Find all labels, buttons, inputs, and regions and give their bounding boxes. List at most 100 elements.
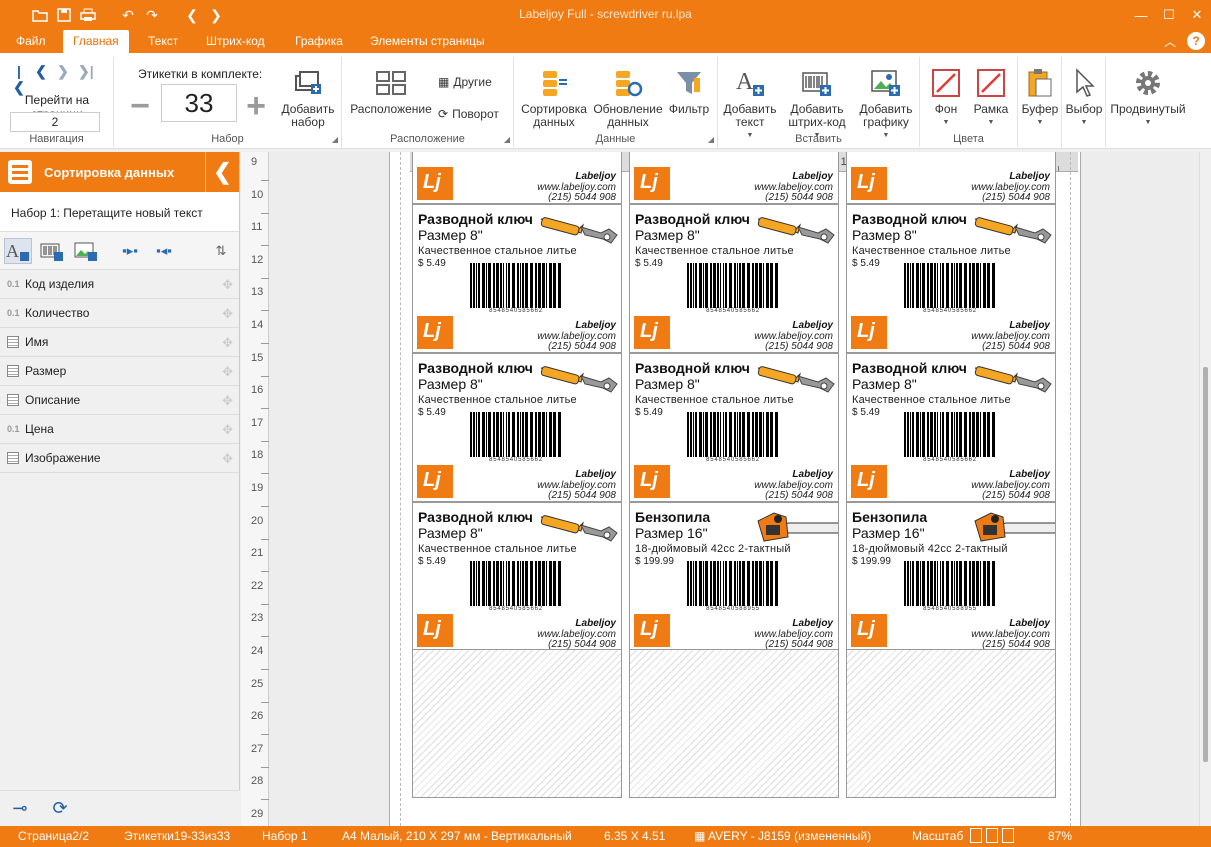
product-name: Разводной ключ xyxy=(418,211,533,227)
vertical-scrollbar[interactable] xyxy=(1199,152,1211,826)
drag-handle-icon[interactable]: ✥ xyxy=(222,277,233,293)
border-color-button[interactable]: Рамка ▼ xyxy=(970,67,1012,129)
tab-text[interactable]: Текст xyxy=(138,30,188,53)
add-set-button[interactable]: Добавить набор xyxy=(278,67,338,129)
title-bar: ↶ ↷ ❮ ❯ Labeljoy Full - screwdriver ru.l… xyxy=(0,0,1211,30)
field-item-description[interactable]: Описание ✥ xyxy=(0,386,239,415)
field-item-quantity[interactable]: 0.1 Количество ✥ xyxy=(0,299,239,328)
product-price: $ 5.49 xyxy=(635,407,663,418)
field-item-size[interactable]: Размер ✥ xyxy=(0,357,239,386)
collapse-panel-icon[interactable]: ❮ xyxy=(205,152,239,192)
drag-handle-icon[interactable]: ✥ xyxy=(222,393,233,409)
product-price: $ 199.99 xyxy=(852,556,891,567)
arrange-button[interactable]: Расположение xyxy=(348,67,434,116)
label-chainsaw[interactable]: Бензопила Размер 16" 18-дюймовый 42cc 2-та… xyxy=(629,502,839,651)
zoom-fit-icon[interactable] xyxy=(1002,828,1014,843)
label-empty[interactable] xyxy=(629,649,839,798)
move-left-icon[interactable]: ▪◂▪ xyxy=(150,238,178,264)
label-wrench[interactable]: Разводной ключ Размер 8" Качественное стал… xyxy=(846,353,1056,502)
close-icon[interactable]: ✕ xyxy=(1183,0,1211,30)
set-launcher-icon[interactable]: ◢ xyxy=(332,135,338,144)
buffer-button[interactable]: Буфер ▼ xyxy=(1020,67,1060,129)
label-wrench[interactable]: Разводной ключ Размер 8" Качественное стал… xyxy=(412,204,622,353)
text-field-icon[interactable]: A xyxy=(4,237,32,264)
field-item-product-code[interactable]: 0.1 Код изделия ✥ xyxy=(0,270,239,299)
prev-page-icon[interactable]: ❮ xyxy=(34,63,48,96)
barcode-number: 8548540585662 xyxy=(923,308,977,314)
add-barcode-button[interactable]: Добавить штрих-код ▼ xyxy=(782,67,852,142)
ruler-number: 9 xyxy=(251,156,258,168)
label-wrench[interactable]: Разводной ключ Размер 8" Качественное стал… xyxy=(412,502,622,651)
label-wrench[interactable]: Разводной ключ Размер 8" Качественное стал… xyxy=(629,204,839,353)
tab-barcode[interactable]: Штрих-код xyxy=(196,30,275,53)
sort-data-button[interactable]: Сортировка данных xyxy=(516,67,592,129)
data-launcher-icon[interactable]: ◢ xyxy=(708,135,714,144)
tab-graphics[interactable]: Графика xyxy=(285,30,353,53)
scrollbar-thumb[interactable] xyxy=(1203,367,1208,762)
product-size: Размер 8" xyxy=(635,227,700,243)
field-item-price[interactable]: 0.1 Цена ✥ xyxy=(0,415,239,444)
label-wrench[interactable]: Разводной ключ Размер 8" Качественное стал… xyxy=(629,353,839,502)
rotate-icon: ⟳ xyxy=(438,107,449,121)
field-item-image[interactable]: Изображение ✥ xyxy=(0,444,239,473)
labeljoy-logo xyxy=(634,316,670,349)
image-field-icon[interactable] xyxy=(72,238,100,264)
drag-handle-icon[interactable]: ✥ xyxy=(222,422,233,438)
first-page-icon[interactable]: |❮ xyxy=(12,63,26,96)
move-right-icon[interactable]: ▪▸▪ xyxy=(116,238,144,264)
other-button[interactable]: ▦ Другие xyxy=(438,75,492,89)
labels-count-input[interactable]: 33 xyxy=(161,84,237,122)
product-name: Разводной ключ xyxy=(852,360,967,376)
barcode-field-icon[interactable] xyxy=(38,238,66,264)
zoom-page-icon[interactable] xyxy=(970,828,982,843)
add-text-button[interactable]: A Добавить текст ▼ xyxy=(720,67,780,142)
label-wrench[interactable]: Разводной ключ Размер 8" Качественное стал… xyxy=(846,204,1056,353)
insert-group: A Добавить текст ▼ Добавить штрих-код ▼ … xyxy=(718,57,920,147)
advanced-button[interactable]: Продвинутый ▼ xyxy=(1108,67,1188,129)
label-wrench[interactable]: Разводной ключ Размер 8" Качественное стал… xyxy=(412,353,622,502)
last-page-icon[interactable]: ❯| xyxy=(78,63,94,96)
zoom-width-icon[interactable] xyxy=(986,828,998,843)
rotate-button[interactable]: ⟳ Поворот xyxy=(438,107,499,121)
labeljoy-logo xyxy=(634,167,670,200)
wrench-image xyxy=(756,358,836,398)
next-page-icon[interactable]: ❯ xyxy=(56,63,70,96)
label-empty[interactable] xyxy=(846,649,1056,798)
product-price: $ 5.49 xyxy=(418,258,446,269)
label-partial[interactable]: Labeljoywww.labeljoy.com(215) 5044 908 xyxy=(412,152,622,204)
select-button[interactable]: Выбор ▼ xyxy=(1064,67,1104,129)
label-partial[interactable]: Labeljoywww.labeljoy.com(215) 5044 908 xyxy=(629,152,839,204)
update-data-button[interactable]: Обновление данных xyxy=(592,67,664,129)
drag-handle-icon[interactable]: ✥ xyxy=(222,451,233,467)
collapse-ribbon-icon[interactable]: ︿ xyxy=(1161,32,1179,50)
drag-handle-icon[interactable]: ✥ xyxy=(222,306,233,322)
design-workspace[interactable]: 9 10 11 12 13 14 15 16 17 18 19 20 21 22 23 24 25 26 27 28 2… xyxy=(241,152,1211,826)
tab-page-elements[interactable]: Элементы страницы xyxy=(360,30,495,53)
label-empty[interactable] xyxy=(412,649,622,798)
sort-order-icon[interactable]: ⇅ xyxy=(207,238,235,264)
maximize-icon[interactable]: ☐ xyxy=(1155,0,1183,30)
tab-home[interactable]: Главная xyxy=(63,30,129,53)
drag-handle-icon[interactable]: ✥ xyxy=(222,335,233,351)
tab-file[interactable]: Файл xyxy=(6,30,56,53)
add-graphic-button[interactable]: Добавить графику ▼ xyxy=(854,67,918,142)
label-partial[interactable]: Labeljoywww.labeljoy.com(215) 5044 908 xyxy=(846,152,1056,204)
refresh-data-icon[interactable]: ⟳ xyxy=(48,798,72,819)
barcode xyxy=(902,263,998,308)
increase-count-button[interactable]: + xyxy=(242,89,270,123)
background-color-button[interactable]: Фон ▼ xyxy=(926,67,966,129)
label-chainsaw[interactable]: Бензопила Размер 16" 18-дюймовый 42cc 2-та… xyxy=(846,502,1056,651)
connect-data-icon[interactable]: ⊸ xyxy=(8,798,32,819)
panel-title: Сортировка данных xyxy=(44,164,175,180)
product-price: $ 199.99 xyxy=(635,556,674,567)
layout-launcher-icon[interactable]: ◢ xyxy=(504,135,510,144)
page-number-input[interactable]: 2 xyxy=(10,112,100,132)
field-item-name[interactable]: Имя ✥ xyxy=(0,328,239,357)
label-sheet[interactable]: 1234567891011121314151617181920 Labeljoy… xyxy=(389,152,1081,826)
drag-handle-icon[interactable]: ✥ xyxy=(222,364,233,380)
filter-button[interactable]: Фильтр xyxy=(664,67,714,116)
data-group-label: Данные xyxy=(595,133,636,145)
decrease-count-button[interactable]: − xyxy=(126,89,154,123)
minimize-icon[interactable]: — xyxy=(1127,0,1155,30)
help-icon[interactable]: ? xyxy=(1187,32,1205,50)
